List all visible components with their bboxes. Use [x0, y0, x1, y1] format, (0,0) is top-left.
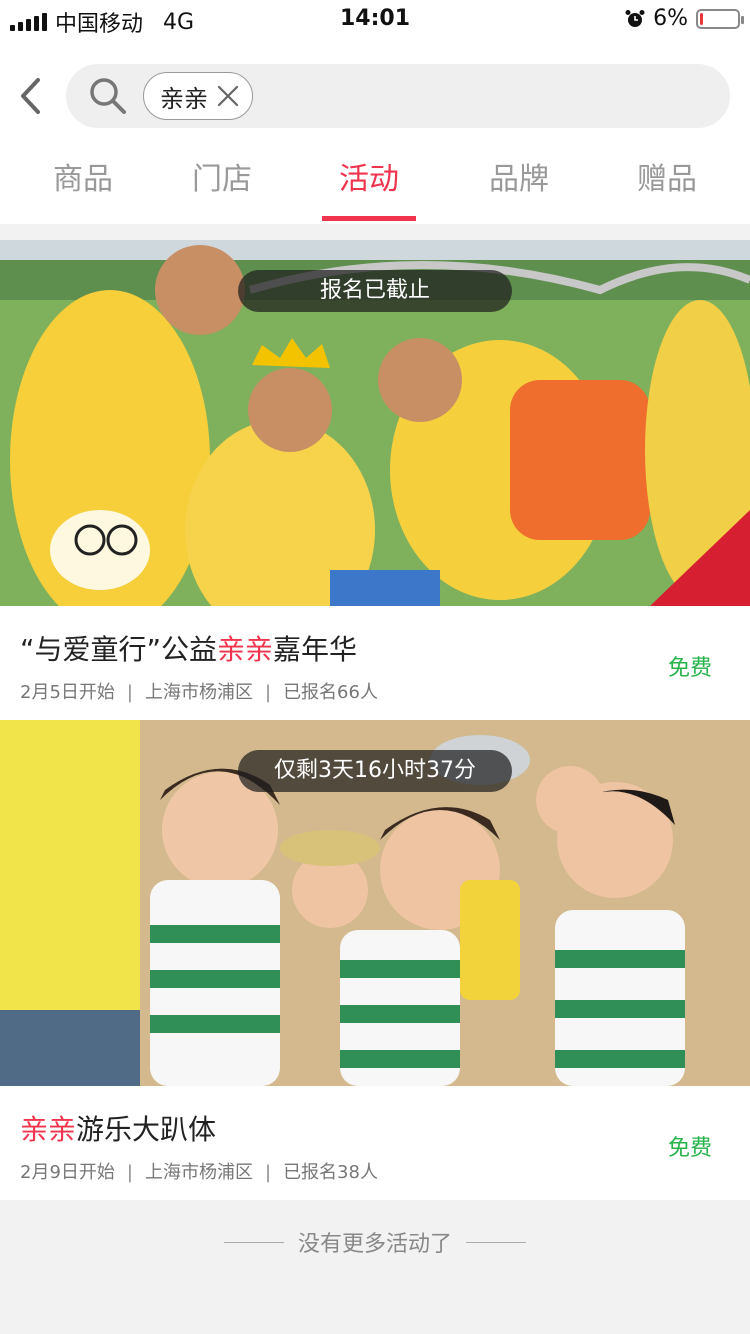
tab-goods[interactable]: 商品 [8, 152, 158, 224]
status-badge: 报名已截止 [238, 270, 512, 312]
activity-meta: 2月9日开始 | 上海市杨浦区 | 已报名38人 [20, 1162, 378, 1183]
status-bar: 中国移动 4G 14:01 6% [0, 0, 750, 40]
title-highlight: 亲亲 [20, 1113, 77, 1146]
start-date: 2月9日开始 [20, 1162, 115, 1183]
start-date: 2月5日开始 [20, 682, 115, 703]
price-label: 免费 [667, 1136, 712, 1161]
divider-line [466, 1241, 526, 1243]
back-icon[interactable] [14, 74, 50, 118]
search-bar[interactable]: 亲亲 [66, 64, 730, 128]
title-highlight: 亲亲 [217, 633, 274, 666]
battery-icon [696, 8, 744, 29]
location: 上海市杨浦区 [144, 1162, 253, 1183]
search-tag-label: 亲亲 [160, 84, 208, 113]
title-text: 游乐大趴体 [76, 1113, 217, 1146]
price-label: 免费 [667, 656, 712, 681]
activity-title: “与爱童行”公益亲亲嘉年华 [20, 628, 357, 668]
active-tab-indicator [322, 216, 416, 221]
title-text: 嘉年华 [273, 633, 358, 666]
countdown-badge: 仅剩3天16小时37分 [238, 750, 512, 792]
location: 上海市杨浦区 [144, 682, 253, 703]
signup-count: 已报名38人 [283, 1162, 378, 1183]
tab-brands[interactable]: 品牌 [444, 152, 594, 224]
divider-line [223, 1241, 284, 1243]
title-text: “与爱童行”公益 [20, 633, 218, 666]
activity-title: 亲亲游乐大趴体 [20, 1108, 216, 1148]
activity-card[interactable]: 仅剩3天16小时37分 亲亲游乐大趴体 2月9日开始 | 上海市杨浦区 | 已报名38人… [0, 720, 750, 1200]
category-tabs: 商品 门店 活动 品牌 赠品 [0, 152, 750, 224]
search-tag[interactable]: 亲亲 [143, 72, 253, 120]
search-icon [90, 78, 126, 114]
activity-meta: 2月5日开始 | 上海市杨浦区 | 已报名66人 [20, 682, 378, 703]
clear-tag-icon[interactable] [216, 84, 240, 108]
tab-gifts[interactable]: 赠品 [592, 152, 742, 224]
signup-count: 已报名66人 [283, 682, 378, 703]
alarm-icon [625, 9, 645, 27]
header: 亲亲 商品 门店 活动 品牌 赠品 [0, 40, 750, 224]
no-more-text: 没有更多活动了 [297, 1232, 452, 1257]
no-more-notice: 没有更多活动了 [0, 1226, 750, 1258]
battery-percent: 6% [653, 6, 688, 31]
tab-activities[interactable]: 活动 [294, 152, 444, 224]
tab-stores[interactable]: 门店 [147, 152, 297, 224]
activity-card[interactable]: 报名已截止 “与爱童行”公益亲亲嘉年华 2月5日开始 | 上海市杨浦区 | 已报名66人… [0, 240, 750, 720]
status-right: 6% [625, 6, 744, 31]
